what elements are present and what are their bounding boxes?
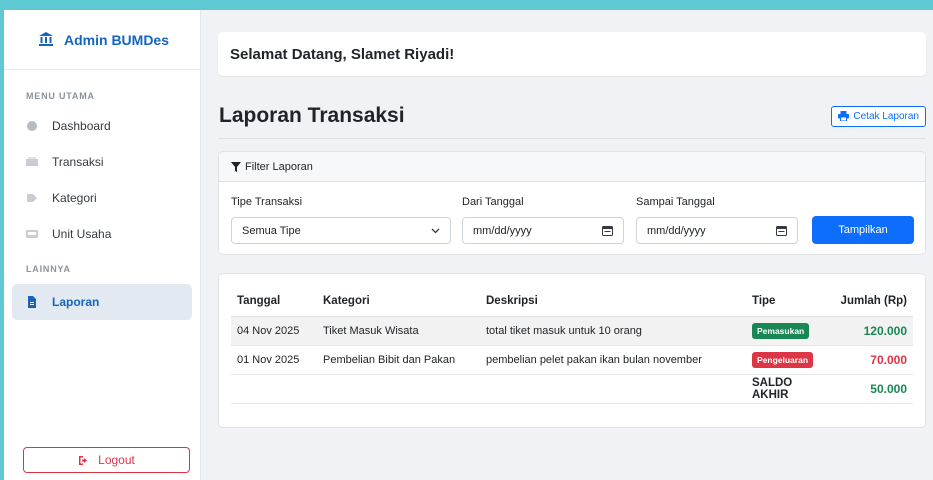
- to-date-value: mm/dd/yyyy: [647, 224, 706, 237]
- col-date: Tanggal: [231, 286, 317, 317]
- from-date-input[interactable]: mm/dd/yyyy: [462, 217, 624, 244]
- cell-type: Pemasukan: [746, 316, 832, 346]
- apply-filter-button[interactable]: Tampilkan: [812, 216, 914, 244]
- col-category: Kategori: [317, 286, 480, 317]
- sidebar-item-label: Kategori: [52, 191, 97, 205]
- logout-label: Logout: [98, 453, 135, 467]
- col-type: Tipe: [746, 286, 832, 317]
- sidebar-item-laporan[interactable]: Laporan: [12, 284, 192, 320]
- cell-amount: 70.000: [832, 345, 913, 375]
- welcome-banner: Selamat Datang, Slamet Riyadi!: [218, 32, 926, 76]
- tag-icon: [26, 192, 38, 204]
- saldo-value: 50.000: [832, 374, 913, 404]
- sidebar-item-label: Unit Usaha: [52, 227, 112, 241]
- from-date-value: mm/dd/yyyy: [473, 224, 532, 237]
- chevron-down-icon: [431, 228, 440, 234]
- main-content: Selamat Datang, Slamet Riyadi! Laporan T…: [201, 10, 933, 480]
- cell-amount: 120.000: [832, 316, 913, 346]
- bank-icon: [38, 31, 56, 49]
- table-row[interactable]: 04 Nov 2025 Tiket Masuk Wisata total tik…: [231, 316, 913, 346]
- filter-card: Filter Laporan Tipe Transaksi Semua Tipe…: [218, 151, 926, 255]
- cell-category: Tiket Masuk Wisata: [317, 316, 480, 346]
- type-label: Tipe Transaksi: [231, 196, 303, 208]
- brand[interactable]: Admin BUMDes: [4, 10, 200, 70]
- sidebar: Admin BUMDes MENU UTAMA Dashboard Transa…: [4, 10, 201, 480]
- sidebar-item-label: Dashboard: [52, 119, 111, 133]
- cell-category: Pembelian Bibit dan Pakan: [317, 345, 480, 375]
- table-header-row: Tanggal Kategori Deskripsi Tipe Jumlah (…: [231, 286, 913, 317]
- brand-title: Admin BUMDes: [64, 31, 170, 48]
- gauge-icon: [26, 120, 38, 132]
- printer-icon: [838, 111, 850, 121]
- calendar-icon: [602, 225, 613, 236]
- section-label-main: MENU UTAMA: [26, 91, 95, 101]
- filter-icon: [231, 161, 241, 172]
- expense-badge: Pengeluaran: [752, 351, 814, 368]
- type-select-value: Semua Tipe: [242, 224, 301, 237]
- saldo-label: SALDO AKHIR: [746, 374, 832, 404]
- section-label-other: LAINNYA: [26, 264, 71, 274]
- sidebar-item-kategori[interactable]: Kategori: [12, 180, 192, 216]
- cell-date: 04 Nov 2025: [231, 316, 317, 346]
- filter-form: Tipe Transaksi Semua Tipe Dari Tanggal m…: [219, 182, 925, 254]
- sidebar-item-transaksi[interactable]: Transaksi: [12, 144, 192, 180]
- to-date-input[interactable]: mm/dd/yyyy: [636, 217, 798, 244]
- sidebar-item-dashboard[interactable]: Dashboard: [12, 108, 192, 144]
- page-header: Laporan Transaksi Cetak Laporan: [218, 104, 926, 139]
- income-badge: Pemasukan: [752, 322, 810, 339]
- from-date-label: Dari Tanggal: [462, 196, 524, 208]
- sign-out-icon: [78, 455, 90, 466]
- cell-type: Pengeluaran: [746, 345, 832, 375]
- to-date-label: Sampai Tanggal: [636, 196, 715, 208]
- sidebar-item-label: Laporan: [52, 295, 100, 309]
- logout-button[interactable]: Logout: [23, 447, 190, 473]
- col-amount: Jumlah (Rp): [832, 286, 913, 317]
- table-row[interactable]: 01 Nov 2025 Pembelian Bibit dan Pakan pe…: [231, 345, 913, 375]
- cell-date: 01 Nov 2025: [231, 345, 317, 375]
- col-description: Deskripsi: [480, 286, 746, 317]
- sidebar-item-unit-usaha[interactable]: Unit Usaha: [12, 216, 192, 252]
- page-title: Laporan Transaksi: [219, 104, 405, 127]
- cell-description: total tiket masuk untuk 10 orang: [480, 316, 746, 346]
- cash-icon: [26, 156, 38, 168]
- cell-description: pembelian pelet pakan ikan bulan novembe…: [480, 345, 746, 375]
- sidebar-item-label: Transaksi: [52, 155, 104, 169]
- print-report-button[interactable]: Cetak Laporan: [831, 105, 926, 127]
- filter-card-header: Filter Laporan: [219, 152, 925, 182]
- filter-title: Filter Laporan: [245, 160, 313, 173]
- calendar-icon: [776, 225, 787, 236]
- type-select[interactable]: Semua Tipe: [231, 217, 451, 244]
- store-icon: [26, 228, 38, 240]
- transactions-card: Tanggal Kategori Deskripsi Tipe Jumlah (…: [218, 273, 926, 428]
- app-frame: Admin BUMDes MENU UTAMA Dashboard Transa…: [4, 10, 933, 480]
- transactions-table: Tanggal Kategori Deskripsi Tipe Jumlah (…: [231, 286, 913, 404]
- saldo-row: SALDO AKHIR 50.000: [231, 374, 913, 404]
- file-icon: [26, 296, 38, 308]
- print-report-label: Cetak Laporan: [853, 110, 919, 122]
